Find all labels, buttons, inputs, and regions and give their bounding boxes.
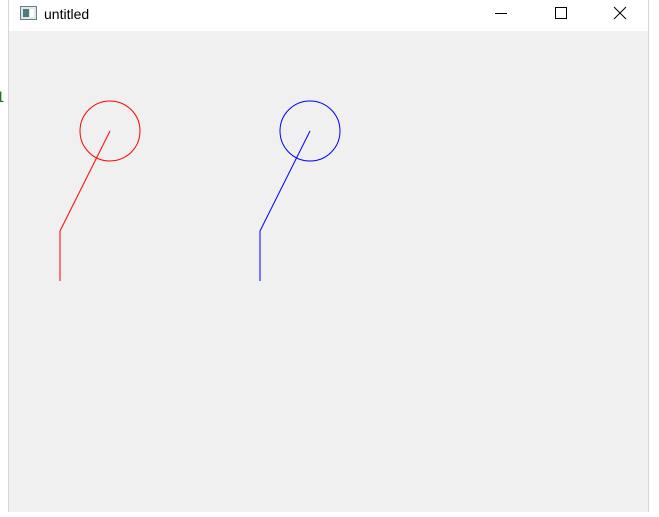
blue-figure-body: [259, 130, 311, 281]
app-window: untitled: [8, 0, 649, 512]
background-edge-text: 1: [0, 88, 8, 108]
drawing-canvas[interactable]: [9, 31, 648, 512]
window-title: untitled: [44, 6, 90, 22]
close-button[interactable]: [596, 0, 642, 31]
red-stick-figure: [59, 100, 141, 281]
minimize-button[interactable]: [478, 0, 524, 31]
close-icon: [613, 6, 627, 20]
drawing-surface: [59, 100, 341, 281]
maximize-icon: [555, 7, 567, 19]
red-figure-body: [59, 130, 111, 281]
blue-stick-figure: [259, 100, 341, 281]
maximize-button[interactable]: [537, 0, 583, 31]
title-bar[interactable]: untitled: [9, 0, 648, 31]
edge-text: 1: [0, 90, 5, 106]
minimize-icon: [495, 13, 507, 14]
app-window-icon: [20, 6, 37, 20]
